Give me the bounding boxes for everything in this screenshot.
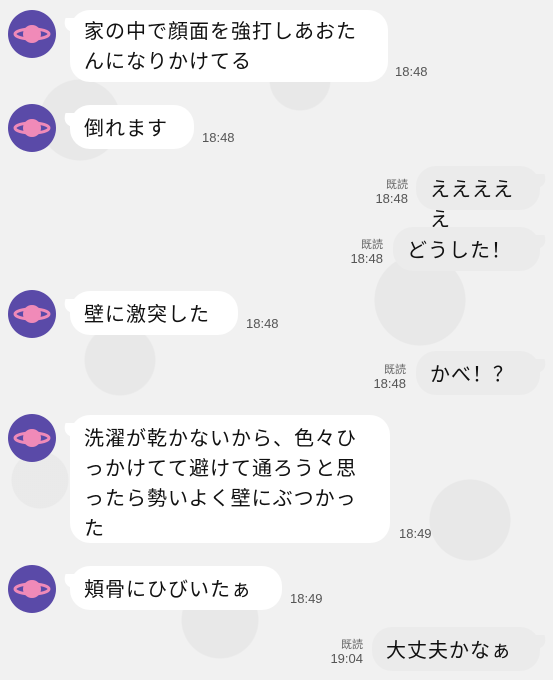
read-receipt: 既読 xyxy=(384,364,406,376)
avatar-planet-icon[interactable] xyxy=(8,565,56,613)
message-bubble[interactable]: 家の中で顔面を強打しあおたんになりかけてる xyxy=(70,10,388,82)
message-time: 18:48 xyxy=(373,376,406,391)
message-bubble[interactable]: 大丈夫かなぁ xyxy=(372,627,540,671)
message-time: 18:48 xyxy=(350,251,383,266)
message-bubble[interactable]: かべ！？ xyxy=(416,351,540,395)
message-time: 19:04 xyxy=(330,651,363,666)
message-bubble[interactable]: えええええ xyxy=(416,166,540,231)
read-receipt: 既読 xyxy=(386,179,408,191)
message-time: 18:49 xyxy=(399,526,432,541)
avatar-planet-icon[interactable] xyxy=(8,10,56,58)
message-time: 18:48 xyxy=(202,130,235,145)
read-receipt: 既読 xyxy=(361,239,383,251)
avatar-planet-icon[interactable] xyxy=(8,290,56,338)
avatar-planet-icon[interactable] xyxy=(8,104,56,152)
avatar-planet-icon[interactable] xyxy=(8,414,56,462)
message-bubble[interactable]: 倒れます xyxy=(70,105,194,149)
message-time: 18:48 xyxy=(246,316,279,331)
message-bubble[interactable]: どうした！ xyxy=(393,227,540,271)
message-time: 18:48 xyxy=(395,64,428,79)
message-bubble[interactable]: 頬骨にひびいたぁ xyxy=(70,566,282,610)
message-time: 18:49 xyxy=(290,591,323,606)
message-bubble[interactable]: 壁に激突した xyxy=(70,291,238,335)
message-time: 18:48 xyxy=(375,191,408,206)
message-bubble[interactable]: 洗濯が乾かないから、色々ひっかけてて避けて通ろうと思ったら勢いよく壁にぶつかった xyxy=(70,415,390,543)
read-receipt: 既読 xyxy=(341,639,363,651)
